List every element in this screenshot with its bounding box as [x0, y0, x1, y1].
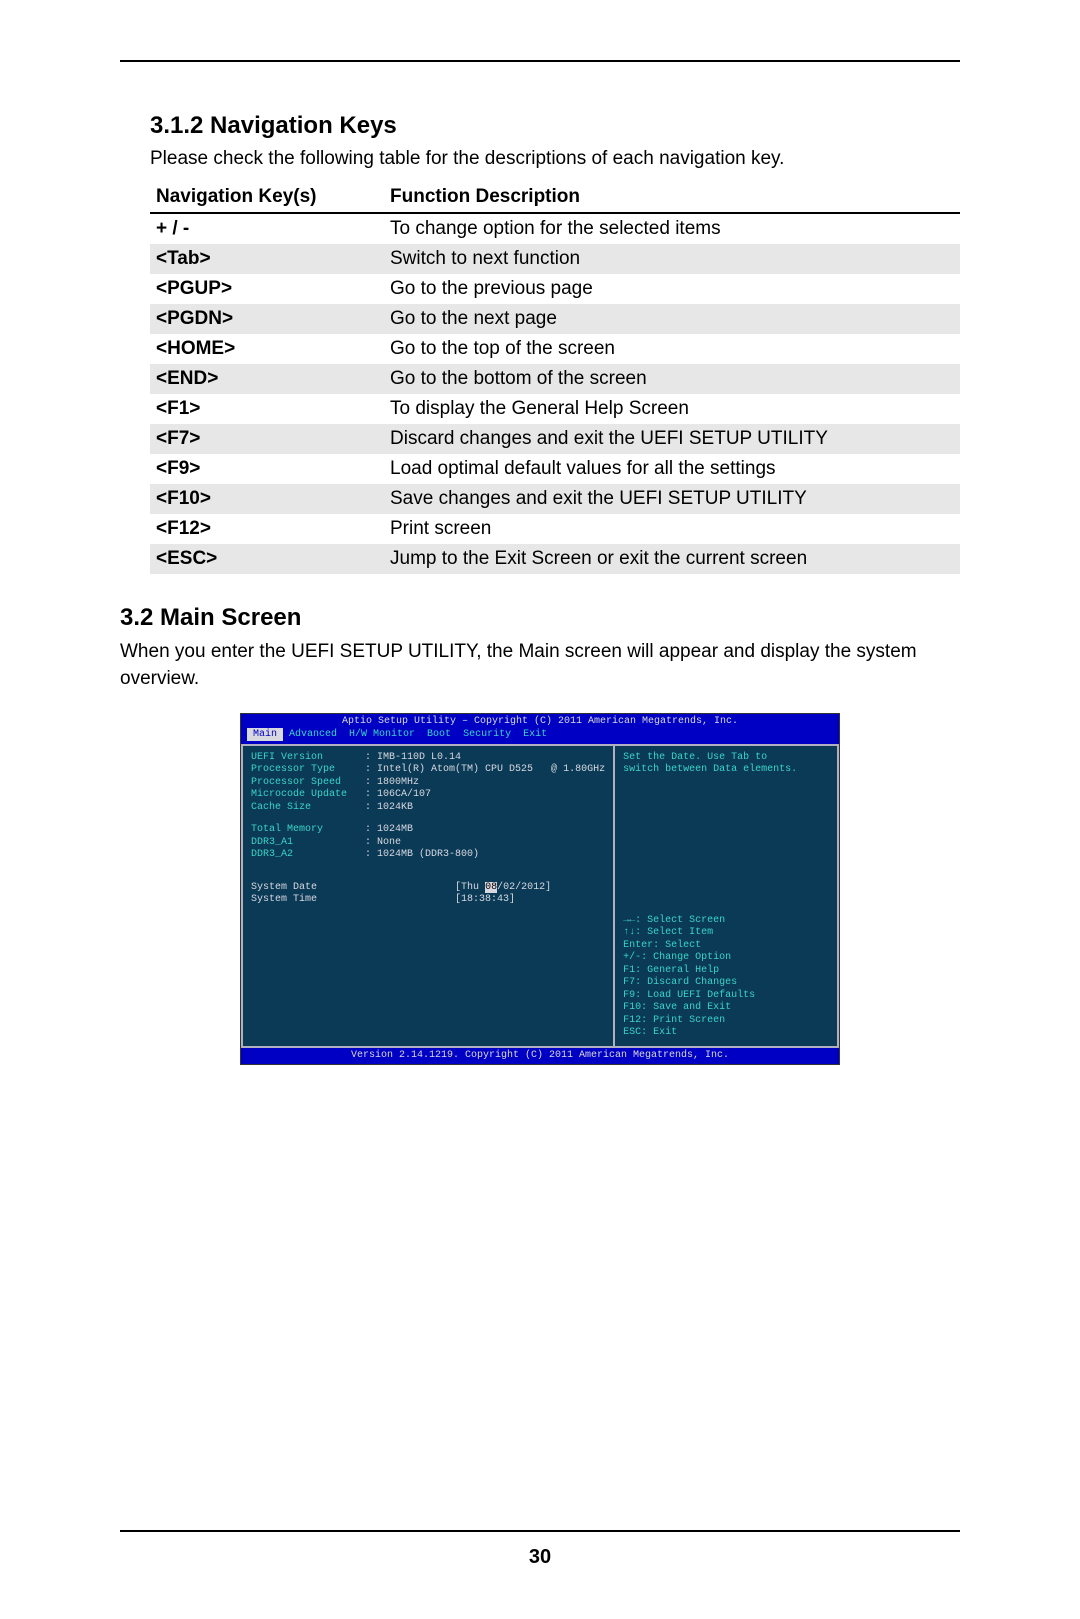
table-row: <END>Go to the bottom of the screen — [150, 364, 960, 394]
bios-help-top: Set the Date. Use Tab toswitch between D… — [623, 752, 829, 777]
navkey-desc-cell: To change option for the selected items — [384, 213, 960, 244]
navkey-cell: <PGDN> — [150, 304, 384, 334]
navkeys-header-key: Navigation Key(s) — [150, 182, 384, 213]
intro-3-1-2: Please check the following table for the… — [150, 146, 960, 172]
table-row: <HOME>Go to the top of the screen — [150, 334, 960, 364]
bios-info-row: Processor Speed : 1800MHz — [251, 777, 605, 790]
navkey-desc-cell: Go to the bottom of the screen — [384, 364, 960, 394]
bios-help-keys: →←: Select Screen↑↓: Select ItemEnter: S… — [623, 915, 829, 1040]
bios-help-key-line: F12: Print Screen — [623, 1015, 829, 1028]
navkey-cell: <F1> — [150, 394, 384, 424]
navkey-desc-cell: Jump to the Exit Screen or exit the curr… — [384, 544, 960, 574]
bios-menu-item: Security — [457, 728, 517, 741]
navkey-cell: + / - — [150, 213, 384, 244]
bios-help-key-line: F1: General Help — [623, 965, 829, 978]
bios-info-row: Total Memory : 1024MB — [251, 824, 605, 837]
bios-title: Aptio Setup Utility – Copyright (C) 2011… — [241, 714, 839, 730]
navkey-cell: <F9> — [150, 454, 384, 484]
navkey-cell: <END> — [150, 364, 384, 394]
navkey-desc-cell: Go to the top of the screen — [384, 334, 960, 364]
intro-3-2: When you enter the UEFI SETUP UTILITY, t… — [120, 638, 960, 693]
table-row: <Tab>Switch to next function — [150, 244, 960, 274]
bios-info-row: Processor Type : Intel(R) Atom(TM) CPU D… — [251, 764, 605, 777]
bios-help-key-line: F7: Discard Changes — [623, 977, 829, 990]
bios-menu-item: H/W Monitor — [343, 728, 421, 741]
navkey-cell: <PGUP> — [150, 274, 384, 304]
bios-help-line: switch between Data elements. — [623, 764, 829, 777]
table-row: <PGUP>Go to the previous page — [150, 274, 960, 304]
navkey-desc-cell: Discard changes and exit the UEFI SETUP … — [384, 424, 960, 454]
table-row: <PGDN>Go to the next page — [150, 304, 960, 334]
navigation-keys-table: Navigation Key(s) Function Description +… — [150, 182, 960, 574]
navkey-cell: <F7> — [150, 424, 384, 454]
bios-info-row: UEFI Version : IMB-110D L0.14 — [251, 752, 605, 765]
bios-system-time-row: System Time [18:38:43] — [251, 894, 605, 907]
bios-right-pane: Set the Date. Use Tab toswitch between D… — [615, 746, 837, 1046]
bios-menu-bar: MainAdvancedH/W MonitorBootSecurityExit — [241, 729, 839, 744]
bottom-rule — [120, 1530, 960, 1532]
bios-help-line: Set the Date. Use Tab to — [623, 752, 829, 765]
table-row: + / -To change option for the selected i… — [150, 213, 960, 244]
bios-system-date-row: System Date [Thu 08/02/2012] — [251, 882, 605, 895]
bios-help-key-line: ↑↓: Select Item — [623, 927, 829, 940]
table-row: <F12>Print screen — [150, 514, 960, 544]
navkeys-header-desc: Function Description — [384, 182, 960, 213]
navkey-desc-cell: Go to the next page — [384, 304, 960, 334]
bios-info-row: DDR3_A2 : 1024MB (DDR3-800) — [251, 849, 605, 862]
bios-menu-item: Main — [247, 728, 283, 741]
navkey-cell: <F12> — [150, 514, 384, 544]
page-number: 30 — [120, 1546, 960, 1569]
bios-menu-item: Boot — [421, 728, 457, 741]
bios-info-row: Microcode Update : 106CA/107 — [251, 789, 605, 802]
navkey-desc-cell: Go to the previous page — [384, 274, 960, 304]
table-row: <ESC>Jump to the Exit Screen or exit the… — [150, 544, 960, 574]
navkey-desc-cell: To display the General Help Screen — [384, 394, 960, 424]
bios-info-row: DDR3_A1 : None — [251, 837, 605, 850]
bios-help-key-line: +/-: Change Option — [623, 952, 829, 965]
navkey-cell: <Tab> — [150, 244, 384, 274]
bios-left-pane: UEFI Version : IMB-110D L0.14Processor T… — [243, 746, 615, 1046]
heading-3-2: 3.2 Main Screen — [120, 604, 960, 632]
navkey-cell: <ESC> — [150, 544, 384, 574]
bios-menu-item: Exit — [517, 728, 553, 741]
table-row: <F9>Load optimal default values for all … — [150, 454, 960, 484]
heading-3-1-2: 3.1.2 Navigation Keys — [150, 112, 960, 140]
table-row: <F7>Discard changes and exit the UEFI SE… — [150, 424, 960, 454]
bios-menu-item: Advanced — [283, 728, 343, 741]
bios-help-key-line: Enter: Select — [623, 940, 829, 953]
navkey-cell: <HOME> — [150, 334, 384, 364]
bios-help-key-line: F9: Load UEFI Defaults — [623, 990, 829, 1003]
bios-info-row: Cache Size : 1024KB — [251, 802, 605, 815]
document-body: 3.1.2 Navigation Keys Please check the f… — [120, 62, 960, 1085]
bios-help-key-line: →←: Select Screen — [623, 915, 829, 928]
bios-screenshot: Aptio Setup Utility – Copyright (C) 2011… — [240, 713, 840, 1066]
table-row: <F1>To display the General Help Screen — [150, 394, 960, 424]
bios-help-key-line: ESC: Exit — [623, 1027, 829, 1040]
bios-version: Version 2.14.1219. Copyright (C) 2011 Am… — [241, 1048, 839, 1065]
navkey-cell: <F10> — [150, 484, 384, 514]
navkey-desc-cell: Load optimal default values for all the … — [384, 454, 960, 484]
navkey-desc-cell: Print screen — [384, 514, 960, 544]
navkey-desc-cell: Save changes and exit the UEFI SETUP UTI… — [384, 484, 960, 514]
navkey-desc-cell: Switch to next function — [384, 244, 960, 274]
table-row: <F10>Save changes and exit the UEFI SETU… — [150, 484, 960, 514]
bios-help-key-line: F10: Save and Exit — [623, 1002, 829, 1015]
